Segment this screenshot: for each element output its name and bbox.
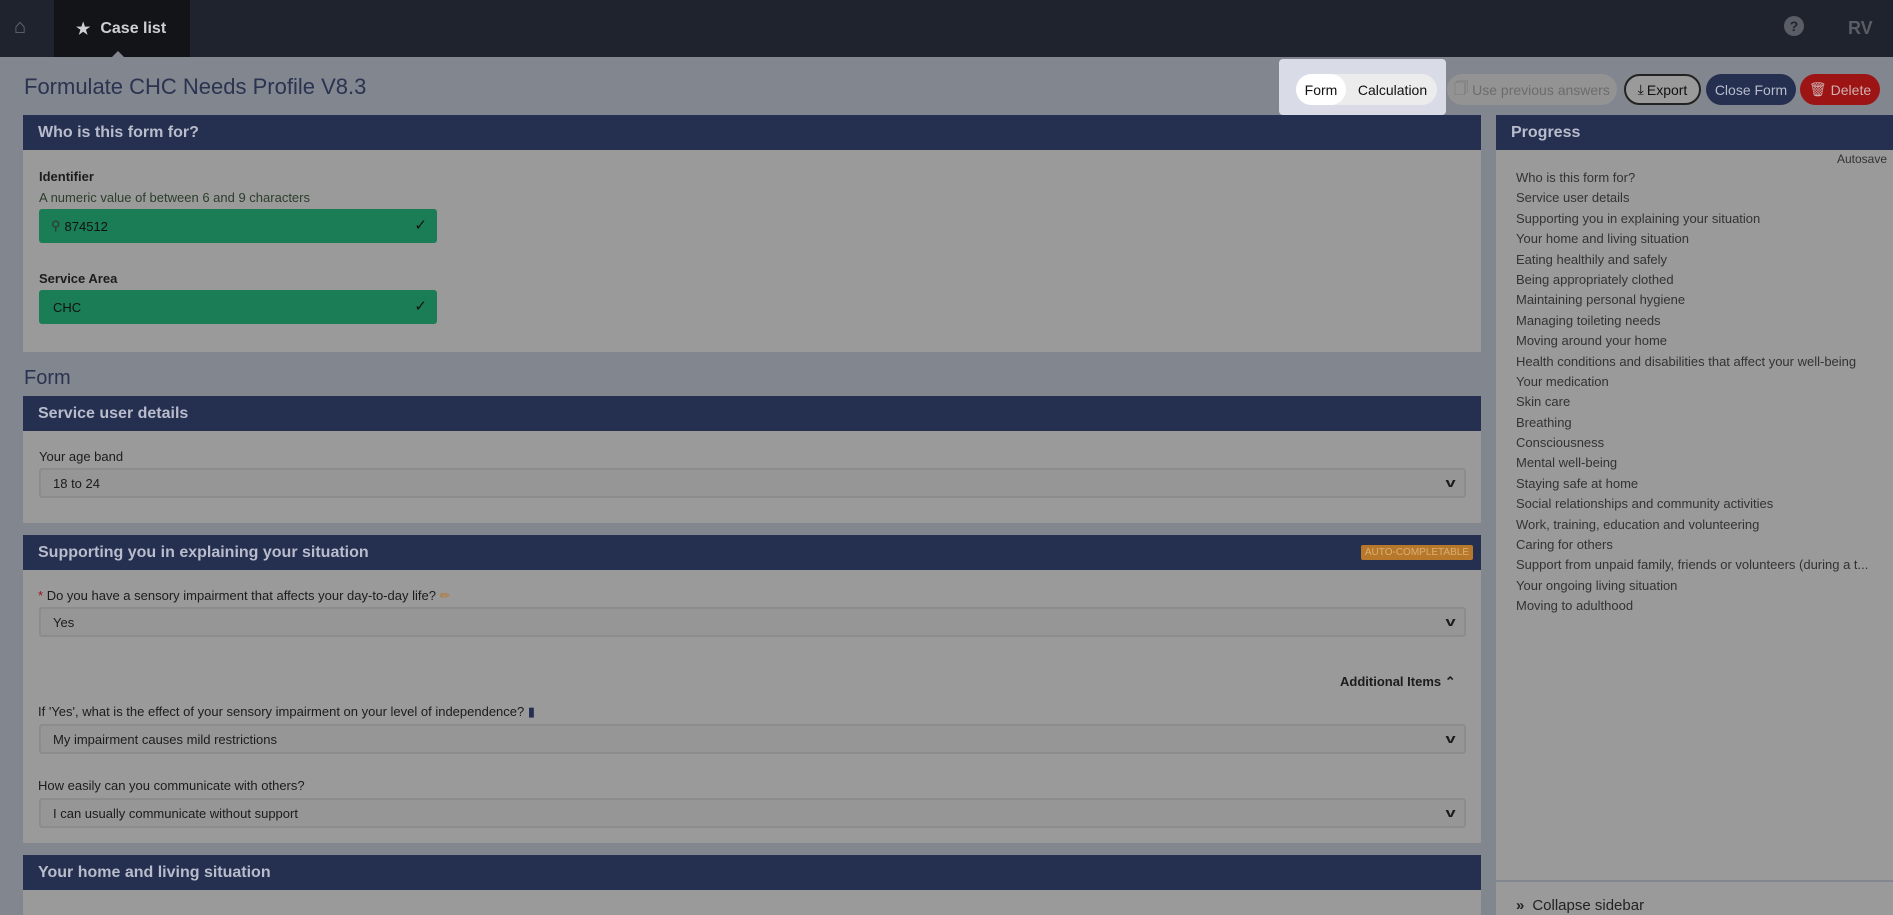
progress-item[interactable]: Your medication — [1516, 372, 1893, 392]
progress-item[interactable]: Social relationships and community activ… — [1516, 494, 1893, 514]
chevron-down-icon: v — [1445, 731, 1456, 746]
chevron-down-icon: v — [1445, 805, 1456, 820]
independence-select[interactable]: My impairment causes mild restrictions v — [39, 724, 1466, 754]
progress-item[interactable]: Eating healthily and safely — [1516, 250, 1893, 270]
home-icon[interactable]: ⌂ — [14, 16, 34, 38]
progress-sidebar: Progress Autosave Who is this form for? S… — [1496, 115, 1893, 915]
collapse-sidebar-button[interactable]: » Collapse sidebar — [1516, 897, 1644, 914]
progress-item[interactable]: Work, training, education and volunteeri… — [1516, 515, 1893, 535]
age-band-label: Your age band — [39, 449, 124, 464]
form-heading: Form — [24, 367, 71, 389]
user-avatar[interactable]: RV — [1848, 18, 1873, 39]
identifier-label: Identifier — [39, 169, 94, 184]
delete-button[interactable]: 🗑 Delete — [1800, 74, 1880, 105]
q2-label: If 'Yes', what is the effect of your sen… — [38, 704, 536, 719]
book-icon: ▮ — [527, 704, 536, 719]
autosave-status: Autosave — [1836, 152, 1887, 166]
double-chevron-icon: » — [1516, 897, 1525, 914]
calculation-view-button[interactable]: Calculation — [1350, 74, 1435, 105]
search-icon: ⚲ — [51, 218, 61, 233]
progress-item[interactable]: Your ongoing living situation — [1516, 576, 1893, 596]
progress-item[interactable]: Supporting you in explaining your situat… — [1516, 209, 1893, 229]
tab-case-list[interactable]: ★ Case list — [54, 0, 190, 57]
service-user-header: Service user details — [23, 396, 1481, 431]
progress-item[interactable]: Moving to adulthood — [1516, 596, 1893, 616]
close-form-button[interactable]: Close Form — [1706, 74, 1796, 105]
service-area-label: Service Area — [39, 271, 118, 286]
service-user-panel: Service user details — [23, 396, 1481, 523]
progress-item[interactable]: Health conditions and disabilities that … — [1516, 352, 1893, 372]
supporting-header: Supporting you in explaining your situat… — [23, 535, 1481, 570]
progress-item[interactable]: Support from unpaid family, friends or v… — [1516, 555, 1893, 575]
who-header: Who is this form for? — [23, 115, 1481, 150]
progress-item[interactable]: Breathing — [1516, 413, 1893, 433]
progress-item[interactable]: Moving around your home — [1516, 331, 1893, 351]
trash-icon: 🗑 — [1808, 81, 1827, 97]
progress-item[interactable]: Managing toileting needs — [1516, 311, 1893, 331]
check-icon: ✓ — [414, 298, 427, 315]
progress-item[interactable]: Consciousness — [1516, 433, 1893, 453]
help-icon[interactable]: ? — [1784, 16, 1804, 36]
progress-item[interactable]: Who is this form for? — [1516, 168, 1893, 188]
progress-item[interactable]: Staying safe at home — [1516, 474, 1893, 494]
sensory-impairment-select[interactable]: Yes v — [39, 607, 1466, 637]
progress-item[interactable]: Your home and living situation — [1516, 229, 1893, 249]
download-icon: ⤓ — [1637, 81, 1644, 97]
chevron-up-icon: ⌃ — [1444, 674, 1456, 689]
service-area-select[interactable]: CHC ✓ — [39, 290, 437, 324]
chevron-down-icon: v — [1445, 614, 1456, 629]
star-icon: ★ — [76, 20, 91, 38]
progress-header: Progress — [1496, 115, 1893, 150]
home-header: Your home and living situation — [23, 855, 1481, 890]
top-nav — [0, 0, 1893, 57]
progress-item[interactable]: Maintaining personal hygiene — [1516, 290, 1893, 310]
pencil-icon: ✏ — [439, 588, 451, 603]
progress-item[interactable]: Caring for others — [1516, 535, 1893, 555]
communicate-select[interactable]: I can usually communicate without suppor… — [39, 798, 1466, 828]
q3-label: How easily can you communicate with othe… — [38, 778, 305, 793]
who-panel: Who is this form for? Identifier A numer… — [23, 115, 1481, 352]
supporting-panel: Supporting you in explaining your situat… — [23, 535, 1481, 843]
check-icon: ✓ — [414, 217, 427, 234]
page-title: Formulate CHC Needs Profile V8.3 — [24, 74, 367, 99]
progress-item[interactable]: Being appropriately clothed — [1516, 270, 1893, 290]
progress-item[interactable]: Service user details — [1516, 188, 1893, 208]
home-panel: Your home and living situation — [23, 855, 1481, 915]
identifier-hint: A numeric value of between 6 and 9 chara… — [39, 190, 310, 205]
form-view-button[interactable]: Form — [1296, 74, 1346, 105]
auto-completable-badge: AUTO-COMPLETABLE — [1360, 545, 1473, 560]
export-button[interactable]: ⤓ Export — [1624, 74, 1701, 105]
q1-label: * Do you have a sensory impairment that … — [38, 588, 451, 603]
progress-list: Who is this form for? Service user detail… — [1516, 168, 1893, 617]
progress-item[interactable]: Skin care — [1516, 392, 1893, 412]
chevron-down-icon: v — [1445, 475, 1456, 490]
identifier-input[interactable]: ⚲ 874512 ✓ — [39, 209, 437, 243]
additional-items-toggle[interactable]: Additional Items ⌃ — [1340, 674, 1456, 690]
use-previous-answers-button[interactable]: 🗍 Use previous answers — [1447, 74, 1617, 105]
copy-icon: 🗍 — [1454, 79, 1469, 96]
progress-item[interactable]: Mental well-being — [1516, 453, 1893, 473]
age-band-select[interactable]: 18 to 24 v — [39, 468, 1466, 498]
